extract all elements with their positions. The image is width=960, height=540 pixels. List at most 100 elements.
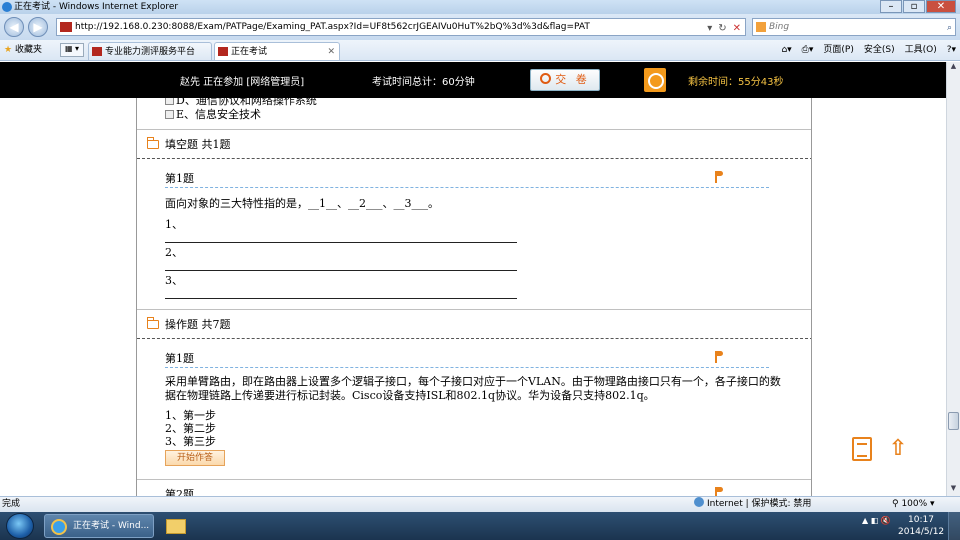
search-placeholder: Bing: [769, 22, 790, 32]
minimize-button[interactable]: –: [880, 0, 902, 13]
zoom-control[interactable]: ⚲ 100% ▾: [892, 497, 935, 512]
status-text: 完成: [2, 499, 21, 509]
option-e[interactable]: E、信息安全技术: [165, 106, 261, 122]
menu-tools[interactable]: 工具(O): [905, 43, 937, 57]
flag-icon[interactable]: [715, 171, 723, 183]
tab-exam[interactable]: 正在考试 ✕: [214, 42, 340, 60]
submit-exam-button[interactable]: 交 卷: [530, 69, 600, 91]
step-item: 3、第三步: [165, 435, 216, 448]
scrollbar-thumb[interactable]: [948, 412, 959, 430]
exam-content: D、通信协议和网络操作系统 E、信息安全技术 填空题 共1题 第1题 面向对象的…: [136, 98, 812, 496]
section-title: 操作题 共7题: [165, 318, 231, 331]
maximize-button[interactable]: ▫: [903, 0, 925, 13]
blank-answer-3[interactable]: 3、: [165, 272, 517, 299]
taskbar-item-label: 正在考试 - Wind...: [73, 521, 150, 531]
question-header: 第2题: [165, 486, 769, 496]
section-fill-blank: 填空题 共1题: [137, 129, 811, 159]
show-desktop-button[interactable]: [948, 512, 960, 540]
question-number: 第1题: [165, 172, 194, 185]
menu-page[interactable]: 页面(P): [823, 43, 853, 57]
address-bar-row: ◀ ▶ http://192.168.0.230:8088/Exam/PATPa…: [0, 14, 960, 40]
step-item: 2、第二步: [165, 422, 216, 435]
flag-icon[interactable]: [715, 351, 723, 363]
power-icon: [540, 73, 552, 84]
taskbar-explorer-item[interactable]: [162, 514, 190, 538]
exam-header: 赵先 正在参加 [网络管理员] 考试时间总计：60分钟 交 卷 剩余时间：55分…: [0, 62, 946, 98]
search-icon[interactable]: ⌕: [947, 20, 952, 36]
address-url: http://192.168.0.230:8088/Exam/PATPage/E…: [75, 22, 590, 32]
forward-button[interactable]: ▶: [28, 17, 48, 37]
print-icon[interactable]: ⎙▾: [802, 43, 814, 57]
quick-tabs-icon[interactable]: ▦ ▾: [60, 43, 84, 57]
blank-answer-2[interactable]: 2、: [165, 244, 517, 271]
ie-icon: [51, 519, 67, 535]
total-time: 考试时间总计：60分钟: [372, 77, 475, 88]
start-answer-button[interactable]: 开始作答: [165, 450, 225, 466]
tab-platform[interactable]: 专业能力测评服务平台: [88, 42, 212, 60]
question-number: 第2题: [165, 488, 194, 496]
stop-icon[interactable]: ✕: [733, 21, 741, 35]
section-operation: 操作题 共7题: [137, 309, 811, 339]
blank-label: 2、: [165, 246, 183, 259]
option-label: E、信息安全技术: [176, 108, 262, 121]
menu-safety[interactable]: 安全(S): [864, 43, 895, 57]
zoom-level: 100%: [901, 499, 928, 509]
question-header: 第1题: [165, 170, 769, 188]
status-bar: 完成 Internet | 保护模式: 禁用 ⚲ 100% ▾: [0, 496, 960, 512]
taskbar-ie-item[interactable]: 正在考试 - Wind...: [44, 514, 154, 538]
bing-icon: [756, 22, 766, 32]
tab-label: 专业能力测评服务平台: [105, 47, 196, 57]
favorites-tab-row: ★ 收藏夹 ▦ ▾ 专业能力测评服务平台 正在考试 ✕ ⌂▾ ⎙▾ 页面(P) …: [0, 40, 960, 61]
checkbox[interactable]: [165, 110, 174, 119]
tray-icons[interactable]: ▲ ◧ 🔇: [862, 516, 891, 525]
address-field[interactable]: http://192.168.0.230:8088/Exam/PATPage/E…: [56, 18, 746, 36]
taskbar-clock[interactable]: 10:17 2014/5/12: [898, 514, 944, 538]
step-list: 1、第一步 2、第二步 3、第三步: [165, 409, 785, 448]
scroll-up-icon[interactable]: ▲: [948, 62, 959, 74]
blank-answer-1[interactable]: 1、: [165, 216, 517, 243]
flag-icon[interactable]: [715, 487, 723, 496]
scroll-down-icon[interactable]: ▼: [948, 484, 959, 496]
page-scrollbar[interactable]: ▲ ▼: [946, 62, 960, 496]
tab-label: 正在考试: [231, 47, 268, 57]
start-button[interactable]: [6, 513, 34, 539]
blank-label: 1、: [165, 218, 183, 231]
clock-date: 2014/5/12: [898, 527, 945, 537]
remaining-time: 剩余时间：55分43秒: [688, 77, 784, 88]
back-to-top-icon[interactable]: ⇧: [886, 437, 910, 461]
favorites-button[interactable]: ★ 收藏夹: [4, 43, 42, 57]
home-icon[interactable]: ⌂▾: [781, 43, 791, 57]
star-icon: ★: [4, 45, 13, 55]
windows-taskbar: 正在考试 - Wind... ▲ ◧ 🔇 10:17 2014/5/12: [0, 512, 960, 540]
ie-icon: [2, 2, 12, 12]
window-title-bar: 正在考试 - Windows Internet Explorer – ▫ ✕: [0, 0, 960, 14]
clock-time: 10:17: [908, 515, 934, 525]
question-divider: [137, 479, 811, 480]
compatibility-icon[interactable]: ▾: [707, 21, 712, 35]
blank-label: 3、: [165, 274, 183, 287]
folder-icon: [147, 317, 159, 329]
submit-label: 交 卷: [555, 73, 590, 86]
close-tab-icon[interactable]: ✕: [327, 43, 335, 61]
question-header: 第1题: [165, 350, 769, 368]
section-title: 填空题 共1题: [165, 138, 231, 151]
search-input[interactable]: Bing ⌕: [752, 18, 956, 36]
zone-label: Internet | 保护模式: 禁用: [707, 499, 812, 509]
window-title: 正在考试 - Windows Internet Explorer: [14, 2, 179, 12]
security-zone: Internet | 保护模式: 禁用: [694, 497, 811, 512]
help-icon[interactable]: ?▾: [947, 43, 956, 57]
back-button[interactable]: ◀: [4, 17, 24, 37]
folder-icon: [147, 137, 159, 149]
question-number: 第1题: [165, 352, 194, 365]
globe-icon: [694, 497, 704, 507]
question-text: 采用单臂路由，即在路由器上设置多个逻辑子接口，每个子接口对应于一个VLAN。由于…: [165, 375, 781, 402]
favorites-label: 收藏夹: [14, 45, 42, 55]
close-window-button[interactable]: ✕: [926, 0, 956, 13]
step-item: 1、第一步: [165, 409, 216, 422]
checkbox[interactable]: [165, 98, 174, 105]
question-text: 面向对象的三大特性指的是，__1__、__2___、__3___。: [165, 197, 439, 210]
refresh-icon[interactable]: ↻: [718, 21, 726, 35]
site-favicon-icon: [60, 22, 72, 32]
answer-sheet-icon[interactable]: [852, 437, 872, 461]
folder-icon: [166, 519, 186, 534]
